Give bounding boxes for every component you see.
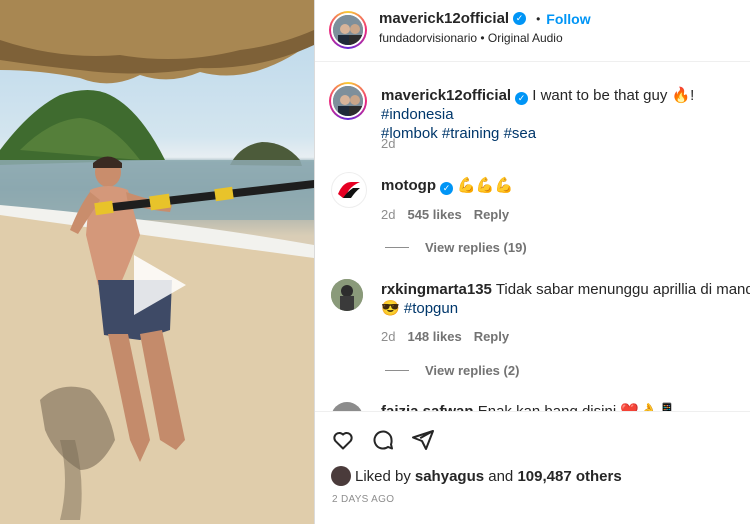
view-replies-label: View replies (2) [425,363,520,378]
motogp-logo-icon [338,182,360,198]
caption-text: maverick12official ✓ I want to be that gu… [381,86,746,143]
comment-body: 💪💪💪 [457,177,514,194]
comment-body: Tidak sabar menunggu aprillia di mandali… [495,281,750,298]
play-icon [134,255,186,315]
reply-button[interactable]: Reply [474,207,509,222]
hashtag-indonesia[interactable]: #indonesia [381,106,454,123]
follow-button[interactable]: Follow [546,11,590,27]
caption-avatar-image [333,86,363,116]
caption-username[interactable]: maverick12official [381,87,511,104]
post-timestamp[interactable]: 2 DAYS AGO [332,494,394,505]
hashtag-topgun[interactable]: #topgun [404,300,458,317]
comment-likes[interactable]: 545 likes [407,207,461,222]
comment-emoji: 😎 [381,300,400,317]
liker-avatar[interactable] [331,466,351,486]
caption-age: 2d [381,136,396,151]
author-avatar[interactable] [329,11,367,49]
likes-summary: Liked by sahyagus and 109,487 others [331,466,622,486]
view-replies-button[interactable]: View replies (19) [385,240,527,255]
hashtags-line-2[interactable]: #lombok #training #sea [381,125,536,142]
heart-icon [333,431,353,450]
commenter-avatar[interactable] [331,279,363,311]
likes-middle: and [484,467,518,485]
like-button[interactable] [331,428,355,457]
comment-icon [373,430,393,450]
replies-line [385,370,409,371]
caption-body: I want to be that guy 🔥! [532,87,695,104]
author-avatar-image [333,15,363,45]
header-separator: • [536,11,541,26]
view-replies-label: View replies (19) [425,240,527,255]
comment-age: 2d [381,207,396,222]
comment-meta: 2d 545 likes Reply [381,207,509,222]
liker-username[interactable]: sahyagus [415,468,484,485]
post-details-pane: maverick12official ✓ • Follow fundadorvi… [315,0,750,524]
commenter-avatar-image [331,279,363,311]
comment-username[interactable]: rxkingmarta135 [381,281,492,298]
comment-meta: 2d 148 likes Reply [381,329,509,344]
motogp-avatar[interactable] [331,172,367,208]
post-header: maverick12official ✓ • Follow fundadorvi… [315,0,750,62]
caption-avatar[interactable] [329,82,367,120]
verified-badge-icon: ✓ [515,92,529,105]
author-username[interactable]: maverick12official [379,10,509,27]
reply-button[interactable]: Reply [474,329,509,344]
comment-text: rxkingmarta135 Tidak sabar menunggu apri… [381,280,750,318]
verified-badge-icon: ✓ [513,12,527,25]
comment-button[interactable] [371,428,395,457]
comment-age: 2d [381,329,396,344]
likes-prefix: Liked by [355,467,411,485]
verified-badge-icon: ✓ [439,182,453,195]
post-actions: Liked by sahyagus and 109,487 others 2 D… [315,411,750,524]
comment-username[interactable]: motogp [381,177,436,194]
comment-text: motogp ✓ 💪💪💪 [381,176,513,195]
play-button[interactable] [120,250,190,320]
comment-likes[interactable]: 148 likes [407,329,461,344]
post-video[interactable] [0,0,314,524]
likes-count[interactable]: 109,487 others [517,468,621,485]
share-icon [412,430,434,450]
audio-subtitle[interactable]: fundadorvisionario • Original Audio [379,31,563,45]
replies-line [385,247,409,248]
share-button[interactable] [411,428,435,457]
view-replies-button[interactable]: View replies (2) [385,363,519,378]
